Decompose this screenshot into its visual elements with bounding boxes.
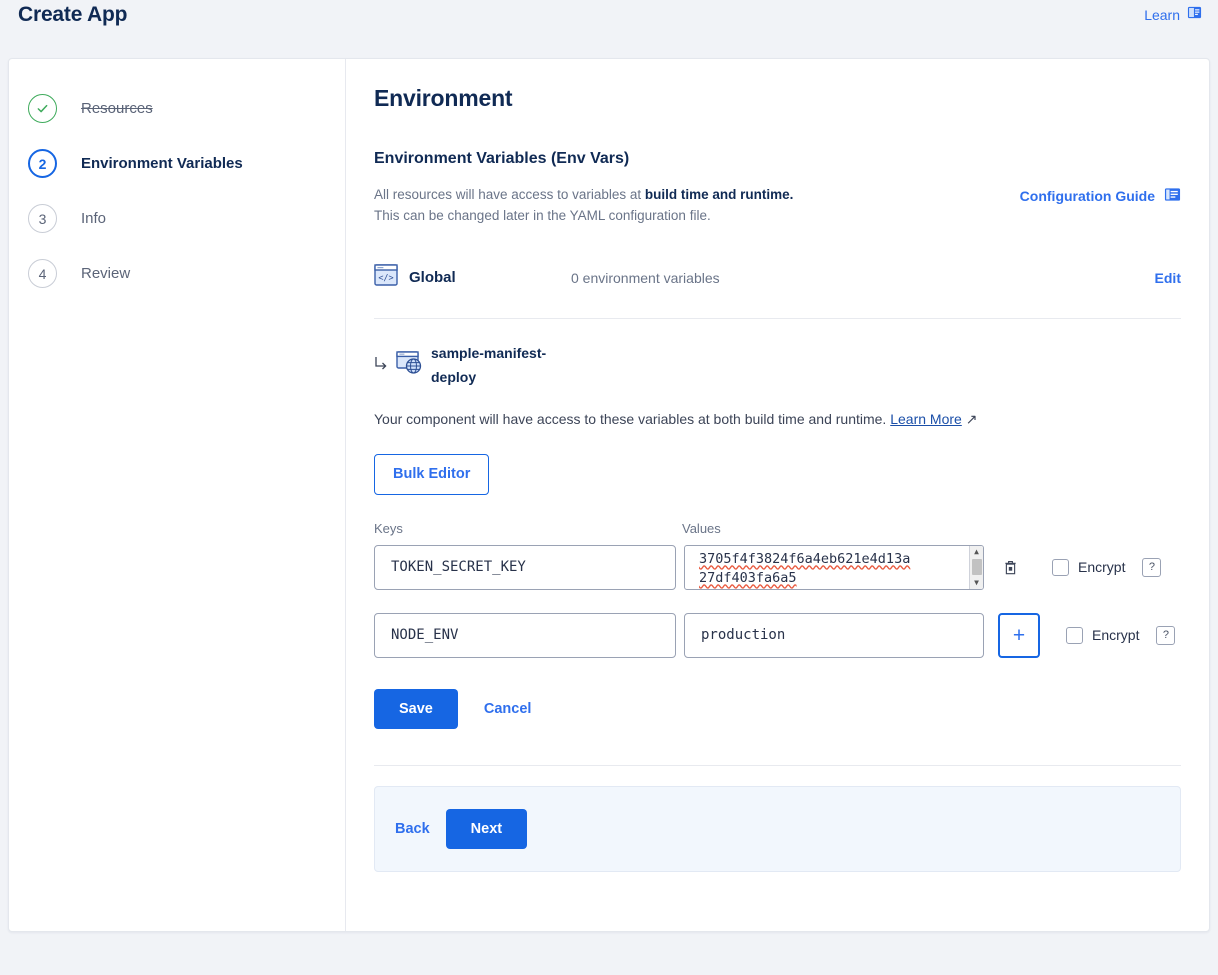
step-bubble-2: 2 [28,149,57,178]
step-bubble-4: 4 [28,259,57,288]
next-button[interactable]: Next [446,809,527,850]
env-table-headers: Keys Values [374,521,1181,536]
component-name: sample-manifest-deploy [431,341,551,389]
encrypt-checkbox-1[interactable] [1066,627,1083,644]
scroll-up-arrow-icon[interactable]: ▲ [974,546,979,558]
component-description: Your component will have access to these… [374,411,1181,428]
step-bubble-3: 3 [28,204,57,233]
env-value-input-1[interactable] [684,613,984,658]
section-title: Environment [374,85,1181,112]
save-button[interactable]: Save [374,689,458,730]
plus-icon: + [1013,625,1025,646]
add-row-button[interactable]: + [998,613,1040,658]
sidebar-item-label: Review [81,265,130,282]
subsection-text-block: Environment Variables (Env Vars) All res… [374,150,793,226]
encrypt-help-button-1[interactable]: ? [1156,626,1175,645]
encrypt-label-1: Encrypt [1092,627,1139,643]
description-line1-bold: build time and runtime. [645,187,794,202]
wizard-footer: Back Next [374,786,1181,872]
sidebar-item-label: Resources [81,100,153,117]
create-app-card: Resources 2 Environment Variables 3 Info… [8,58,1210,932]
sidebar-item-label: Environment Variables [81,155,243,172]
global-edit-button[interactable]: Edit [1155,270,1181,286]
encrypt-checkbox-0[interactable] [1052,559,1069,576]
step-bubble-1 [28,94,57,123]
encrypt-group-0: Encrypt ? [1052,545,1161,590]
description-line1-normal: All resources will have access to variab… [374,187,645,202]
doc-book-icon [1187,5,1202,25]
scrollbar-thumb[interactable] [972,559,982,575]
description-line2: This can be changed later in the YAML co… [374,208,711,223]
table-row: + Encrypt ? [374,613,1181,658]
top-bar: Create App Learn [0,0,1218,42]
configuration-guide-label[interactable]: Configuration Guide [1020,188,1155,204]
subsection-header-row: Environment Variables (Env Vars) All res… [374,150,1181,226]
back-button[interactable]: Back [395,821,430,837]
sidebar-item-label: Info [81,210,106,227]
external-link-icon: ↗ [962,411,978,427]
svg-text:</>: </> [378,274,393,284]
encrypt-group-1: Encrypt ? [1066,613,1175,658]
subsection-title: Environment Variables (Env Vars) [374,150,793,168]
document-list-icon [1164,186,1181,206]
sidebar-item-resources[interactable]: Resources [25,81,345,136]
encrypt-label-0: Encrypt [1078,559,1125,575]
sidebar-item-info[interactable]: 3 Info [25,191,345,246]
sidebar-item-environment-variables[interactable]: 2 Environment Variables [25,136,345,191]
env-key-input-0[interactable] [374,545,676,590]
bulk-editor-button[interactable]: Bulk Editor [374,454,489,495]
encrypt-help-button-0[interactable]: ? [1142,558,1161,577]
sidebar-item-review[interactable]: 4 Review [25,246,345,301]
env-value-line-1: 3705f4f3824f6a4eb621e4d13a [699,550,967,569]
form-actions: Save Cancel [374,689,1181,730]
configuration-guide-link[interactable]: Configuration Guide [1020,186,1181,206]
component-header-row: sample-manifest-deploy [374,341,1181,389]
delete-row-button[interactable] [998,545,1022,590]
keys-column-header: Keys [374,521,682,536]
page-title: Create App [18,3,127,27]
check-icon [36,102,49,115]
values-column-header: Values [682,521,721,536]
env-value-textarea-0[interactable]: 3705f4f3824f6a4eb621e4d13a 27df403fa6a5 … [684,545,984,590]
global-variable-count: 0 environment variables [571,270,1155,286]
web-service-icon [396,350,423,380]
branch-arrow-icon [374,354,388,377]
scroll-down-arrow-icon[interactable]: ▼ [974,577,979,589]
trash-icon [1003,559,1018,576]
learn-more-link[interactable]: Learn More [890,411,962,427]
global-label: Global [409,269,571,286]
global-env-row: </> Global 0 environment variables Edit [374,264,1181,319]
code-window-icon: </> [374,264,398,291]
wizard-stepper: Resources 2 Environment Variables 3 Info… [9,59,346,931]
value-scrollbar[interactable]: ▲ ▼ [969,546,983,589]
main-panel: Environment Environment Variables (Env V… [346,59,1209,931]
cancel-button[interactable]: Cancel [484,701,532,717]
env-value-line-2: 27df403fa6a5 [699,569,967,588]
subsection-description: All resources will have access to variab… [374,184,793,226]
learn-link-group[interactable]: Learn [1144,5,1202,25]
component-description-text: Your component will have access to these… [374,411,886,427]
env-key-input-1[interactable] [374,613,676,658]
learn-label[interactable]: Learn [1144,7,1180,23]
table-row: 3705f4f3824f6a4eb621e4d13a 27df403fa6a5 … [374,545,1181,590]
section-divider [374,765,1181,766]
